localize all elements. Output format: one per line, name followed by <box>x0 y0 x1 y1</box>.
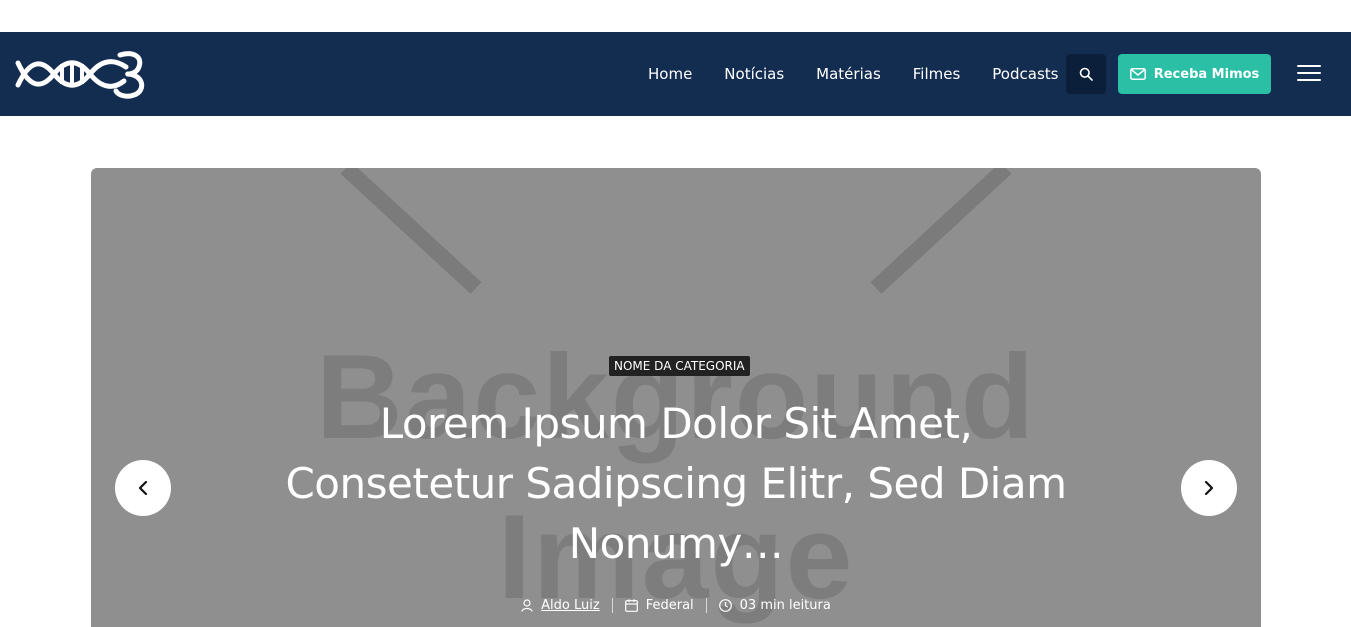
search-button[interactable] <box>1066 54 1106 94</box>
nav-materias[interactable]: Matérias <box>816 65 881 83</box>
category-badge[interactable]: NOME DA CATEGORIA <box>609 356 750 376</box>
nav-home[interactable]: Home <box>648 65 692 83</box>
hamburger-icon[interactable] <box>1297 65 1321 83</box>
subscribe-button[interactable]: Receba Mimos <box>1118 54 1271 94</box>
author-meta: Aldo Luiz <box>521 598 600 613</box>
author-link[interactable]: Aldo Luiz <box>541 598 600 613</box>
user-icon <box>521 599 533 612</box>
mail-icon <box>1129 68 1146 80</box>
meta-divider <box>705 598 707 613</box>
top-strip <box>0 0 1351 32</box>
nav-noticias[interactable]: Notícias <box>724 65 784 83</box>
subscribe-label: Receba Mimos <box>1153 66 1260 82</box>
section-label: Federal <box>645 598 694 613</box>
next-slide-button[interactable] <box>1181 460 1237 516</box>
nav-filmes[interactable]: Filmes <box>913 65 961 83</box>
read-time-label: 03 min leitura <box>739 598 831 613</box>
article-title[interactable]: Lorem Ipsum Dolor Sit Amet, Consetetur S… <box>276 394 1076 574</box>
chevron-left-icon <box>138 480 148 496</box>
meta-divider <box>611 598 613 613</box>
section-meta: Federal <box>624 598 694 613</box>
chevron-right-icon <box>1204 480 1214 496</box>
prev-slide-button[interactable] <box>115 460 171 516</box>
search-icon <box>1079 67 1093 81</box>
navbar: Home Notícias Matérias Filmes Podcasts R… <box>0 32 1351 116</box>
clock-icon <box>718 599 732 612</box>
nav-podcasts[interactable]: Podcasts <box>992 65 1058 83</box>
dna-logo[interactable] <box>14 47 146 101</box>
calendar-icon <box>624 599 638 612</box>
hero-slider: Background Image NOME DA CATEGORIA Lorem… <box>91 168 1261 627</box>
read-time-meta: 03 min leitura <box>718 598 831 613</box>
article-meta: Aldo Luiz Federal 03 min leitura <box>91 598 1261 613</box>
main-nav: Home Notícias Matérias Filmes Podcasts <box>632 32 1090 116</box>
